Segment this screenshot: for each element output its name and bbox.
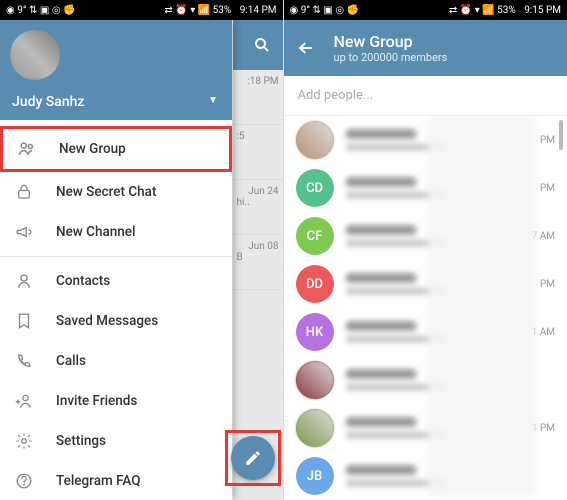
group-icon — [17, 139, 37, 159]
status-bar: ◉ 9° ⇅ ▣ ◎ ✊ ⇄ ⏰ ▾ 📶 53% 9:15 PM — [284, 0, 567, 20]
menu-new-secret-chat[interactable]: New Secret Chat — [0, 172, 232, 212]
contact-avatar — [296, 409, 334, 447]
lock-icon — [14, 182, 34, 202]
user-avatar[interactable] — [10, 30, 60, 80]
menu-faq[interactable]: Telegram FAQ — [0, 461, 232, 500]
menu-label: Calls — [56, 353, 86, 369]
compose-fab[interactable] — [231, 436, 275, 480]
back-icon[interactable] — [296, 38, 316, 58]
search-icon[interactable] — [253, 36, 271, 54]
add-person-icon — [14, 391, 34, 411]
contact-time: PM — [540, 279, 555, 290]
contact-time: PM — [540, 183, 555, 194]
gear-icon — [14, 431, 34, 451]
blur-overlay — [427, 116, 537, 497]
bookmark-icon — [14, 311, 34, 331]
menu-label: Telegram FAQ — [56, 473, 141, 489]
megaphone-icon — [14, 222, 34, 242]
contact-time: PM — [540, 135, 555, 146]
add-people-input[interactable]: Add people... — [284, 76, 567, 116]
phone-icon — [14, 351, 34, 371]
header-title: New Group — [334, 32, 448, 51]
menu-contacts[interactable]: Contacts — [0, 261, 232, 301]
person-icon — [14, 271, 34, 291]
drawer-menu: New Group New Secret Chat New Channel — [0, 120, 232, 500]
contact-avatar: CF — [296, 217, 334, 255]
left-screen: ◉ 9° ⇅ ▣ ◎ ✊ ⇄ ⏰ ▾ 📶 53% 9:14 PM :18 PM … — [0, 0, 284, 500]
help-icon — [14, 471, 34, 491]
menu-label: Contacts — [56, 273, 110, 289]
contact-avatar: JB — [296, 457, 334, 495]
contact-avatar: HK — [296, 313, 334, 351]
menu-label: Saved Messages — [56, 313, 158, 329]
pencil-icon — [244, 449, 262, 467]
chat-list-background: :18 PM :5 Jun 24hi.. Jun 08B — [233, 20, 283, 500]
menu-label: Settings — [56, 433, 106, 449]
right-screen: ◉ 9° ⇅ ▣ ◎ ✊ ⇄ ⏰ ▾ 📶 53% 9:15 PM New Gro… — [284, 0, 567, 500]
status-bar: ◉ 9° ⇅ ▣ ◎ ✊ ⇄ ⏰ ▾ 📶 53% 9:14 PM — [0, 0, 283, 20]
nav-drawer: Judy Sanhz ▼ New Group New Secret Chat — [0, 20, 232, 500]
scrollbar-thumb[interactable] — [559, 120, 563, 150]
status-left: ◉ 9° ⇅ ▣ ◎ ✊ — [6, 5, 76, 16]
new-group-header: New Group up to 200000 members — [284, 20, 567, 76]
status-left: ◉ 9° ⇅ ▣ ◎ ✊ — [290, 5, 360, 16]
contact-avatar: DD — [296, 265, 334, 303]
contact-avatar — [296, 121, 334, 159]
menu-settings[interactable]: Settings — [0, 421, 232, 461]
divider — [0, 256, 232, 257]
menu-calls[interactable]: Calls — [0, 341, 232, 381]
contact-avatar — [296, 361, 334, 399]
status-right: ⇄ ⏰ ▾ 📶 53% 9:14 PM — [164, 5, 276, 16]
menu-saved-messages[interactable]: Saved Messages — [0, 301, 232, 341]
account-dropdown-icon[interactable]: ▼ — [208, 95, 218, 106]
menu-new-group[interactable]: New Group — [0, 126, 232, 172]
drawer-header: Judy Sanhz ▼ — [0, 20, 232, 120]
chat-header-bg — [233, 20, 283, 70]
menu-label: New Secret Chat — [56, 184, 156, 200]
menu-invite-friends[interactable]: Invite Friends — [0, 381, 232, 421]
contact-list[interactable]: PMCDPMCF7 AMDDPMHK1 AM1 PMJB — [284, 116, 567, 497]
header-subtitle: up to 200000 members — [334, 51, 448, 64]
menu-label: Invite Friends — [56, 393, 137, 409]
contact-avatar: CD — [296, 169, 334, 207]
menu-new-channel[interactable]: New Channel — [0, 212, 232, 252]
username: Judy Sanhz — [12, 94, 84, 110]
status-right: ⇄ ⏰ ▾ 📶 53% 9:15 PM — [449, 5, 561, 16]
menu-label: New Group — [59, 141, 126, 157]
menu-label: New Channel — [56, 224, 135, 240]
